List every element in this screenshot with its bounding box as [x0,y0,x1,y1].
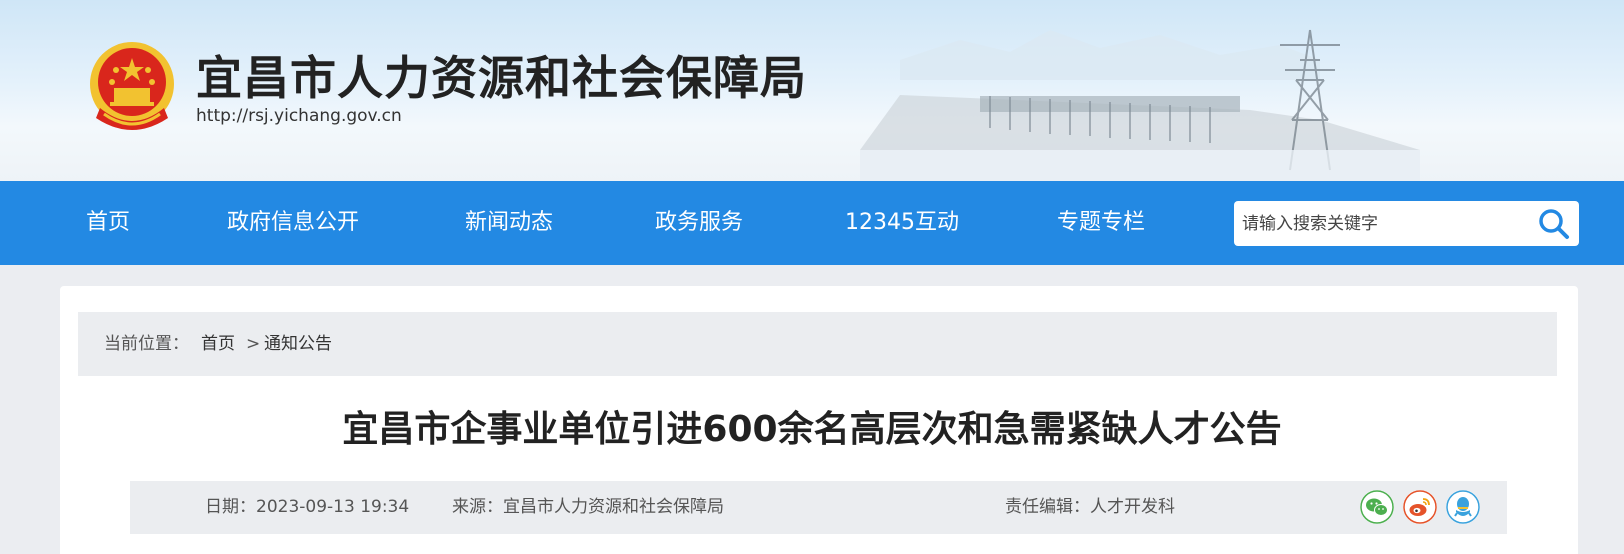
share-weibo-button[interactable] [1403,490,1437,524]
breadcrumb-current-link[interactable]: 通知公告 [264,312,332,376]
nav-item-12345-interaction[interactable]: 12345互动 [845,181,959,265]
nav-item-news[interactable]: 新闻动态 [465,181,553,265]
article-date: 日期：2023-09-13 19:34 [205,497,410,517]
site-header: 宜昌市人力资源和社会保障局 http://rsj.yichang.gov.cn [0,0,1624,181]
article-title: 宜昌市企事业单位引进600余名高层次和急需紧缺人才公告 [342,409,1282,450]
share-qq-button[interactable] [1446,490,1480,524]
site-url: http://rsj.yichang.gov.cn [196,106,402,126]
breadcrumb-home-link[interactable]: 首页 [201,312,235,376]
article-editor: 责任编辑：人才开发科 [1005,497,1175,517]
site-title: 宜昌市人力资源和社会保障局 [196,51,807,105]
qq-icon [1446,490,1480,524]
national-emblem-logo [90,42,174,130]
breadcrumb: 当前位置： 首页 > 通知公告 [78,312,1557,376]
article-meta-bar: 日期：2023-09-13 19:34 来源：宜昌市人力资源和社会保障局 责任编… [130,481,1507,534]
weibo-icon [1403,490,1437,524]
search-input[interactable] [1234,201,1524,246]
nav-item-home[interactable]: 首页 [86,181,130,265]
nav-item-special-topics[interactable]: 专题专栏 [1057,181,1145,265]
nav-item-government-services[interactable]: 政务服务 [655,181,743,265]
article-source: 来源：宜昌市人力资源和社会保障局 [452,497,724,517]
share-wechat-button[interactable] [1360,490,1394,524]
search-box [1234,201,1579,246]
search-icon[interactable] [1537,207,1571,241]
nav-item-government-info[interactable]: 政府信息公开 [227,181,359,265]
breadcrumb-separator: > [246,334,261,354]
breadcrumb-prefix: 当前位置： [104,334,189,354]
wechat-icon [1360,490,1394,524]
